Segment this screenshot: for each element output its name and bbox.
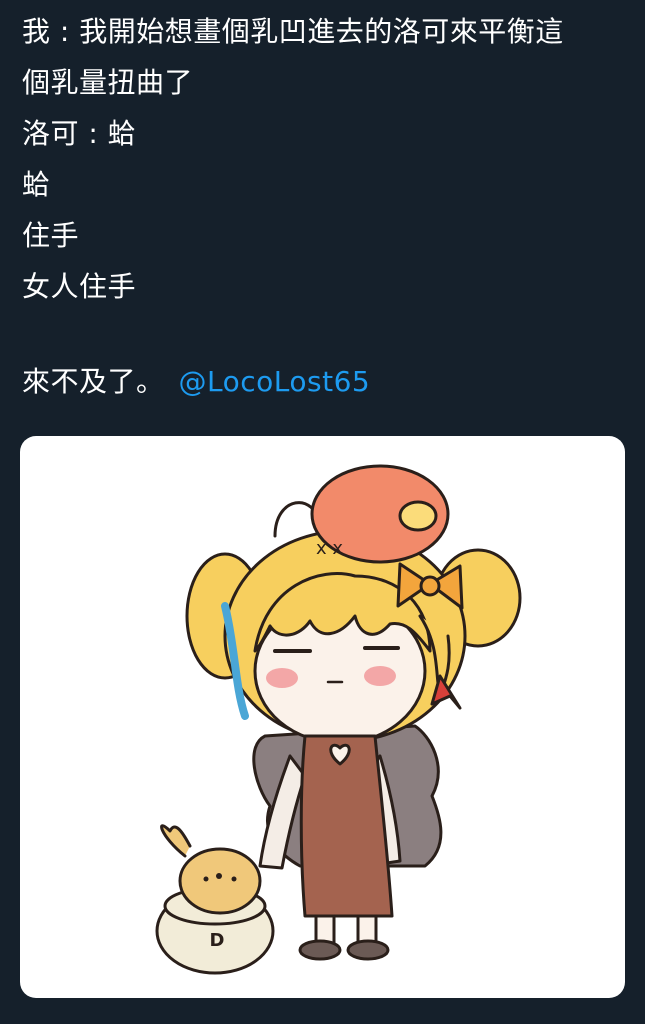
tweet-line-2: 個乳量扭曲了 [22, 66, 194, 99]
tweet-line-last: 來不及了。 @LocoLost65 [22, 356, 632, 407]
tweet-line-5: 住手 [22, 219, 80, 252]
tweet-media-image[interactable]: x x D [20, 436, 625, 998]
pet-body [178, 847, 262, 915]
tweet-text: 我 : 我開始想畫個乳凹進去的洛可來平衡這 個乳量扭曲了 洛可 : 蛤 蛤 住手… [22, 6, 632, 407]
blush-right [364, 666, 396, 686]
tweet-line-6: 女人住手 [22, 270, 137, 303]
svg-text:x x: x x [316, 538, 343, 559]
tweet-line-3: 洛可 : 蛤 [22, 117, 137, 150]
mention-link[interactable]: @LocoLost65 [179, 365, 371, 398]
pet-tail [160, 824, 192, 858]
blush-left [266, 668, 298, 688]
shoe-right [346, 939, 390, 961]
shoe-left [298, 939, 342, 961]
dress [299, 734, 394, 918]
hat-egg [398, 500, 438, 532]
tweet-line-4: 蛤 [22, 168, 51, 201]
tweet-last-text: 來不及了。 [22, 365, 165, 398]
chibi-illustration: x x D [155, 464, 522, 975]
bowl-letter: D [210, 930, 225, 951]
tweet-line-1: 我 : 我開始想畫個乳凹進去的洛可來平衡這 [22, 15, 564, 48]
